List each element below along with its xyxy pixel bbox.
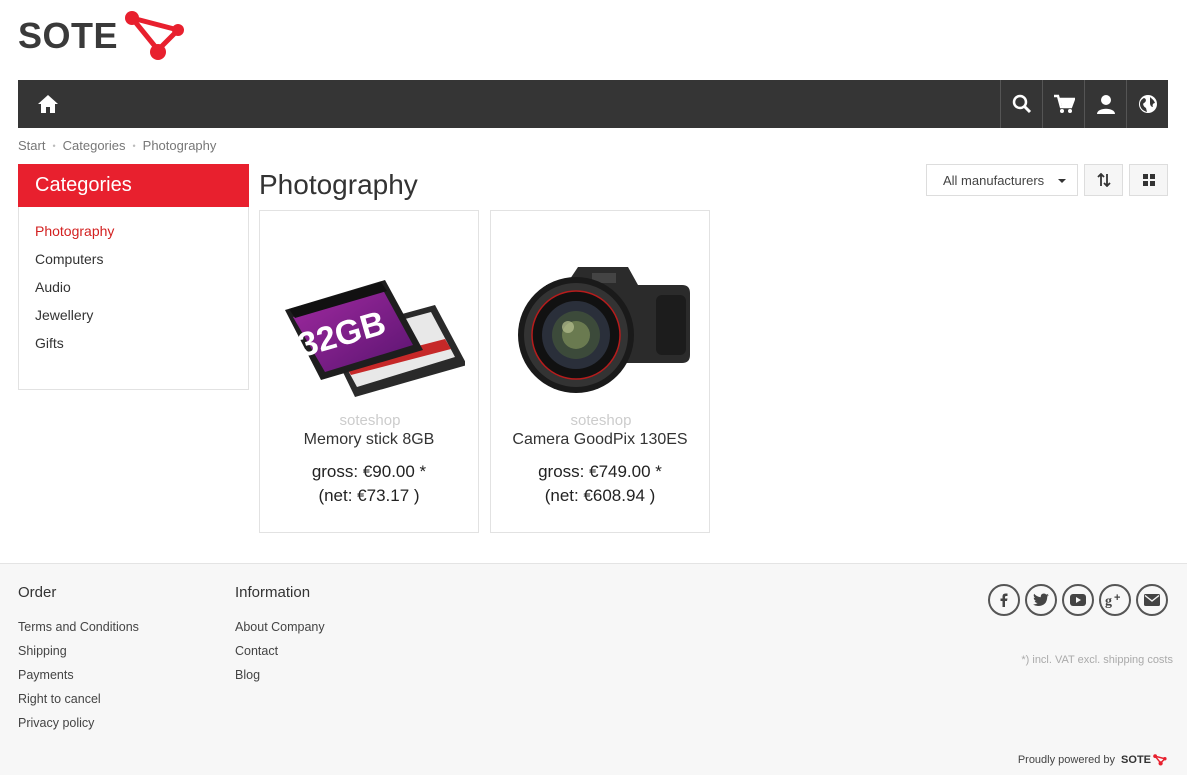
powered-by-logo[interactable]: SOTE xyxy=(1121,754,1167,766)
twitter-icon[interactable] xyxy=(1025,584,1057,616)
language-button[interactable] xyxy=(1126,80,1168,128)
product-list: 32GB soteshop Memory stick 8GB gross: €9… xyxy=(259,210,710,533)
category-sidebar: Categories Photography Computers Audio J… xyxy=(18,164,249,390)
logo-text: SOTE xyxy=(18,15,119,56)
social-links: g + xyxy=(988,584,1168,616)
breadcrumb-separator: • xyxy=(132,140,136,151)
breadcrumb-categories[interactable]: Categories xyxy=(63,138,126,153)
product-name[interactable]: Camera GoodPix 130ES xyxy=(491,431,709,449)
home-icon xyxy=(38,95,58,113)
footer-link-shipping[interactable]: Shipping xyxy=(18,643,139,667)
google-plus-icon[interactable]: g + xyxy=(1099,584,1131,616)
powered-by: Proudly powered by SOTE xyxy=(1018,754,1167,766)
product-card[interactable]: 32GB soteshop Memory stick 8GB gross: €9… xyxy=(259,210,479,533)
svg-text:+: + xyxy=(1114,592,1120,604)
youtube-icon[interactable] xyxy=(1062,584,1094,616)
cart-icon xyxy=(1053,94,1075,113)
product-card[interactable]: soteshop Camera GoodPix 130ES gross: €74… xyxy=(490,210,710,533)
user-icon xyxy=(1096,95,1115,114)
caret-down-icon xyxy=(1058,179,1066,183)
site-footer: Order Terms and Conditions Shipping Paym… xyxy=(0,563,1187,775)
breadcrumb-current: Photography xyxy=(142,138,217,153)
memory-card-image: 32GB xyxy=(285,280,465,397)
product-net-price: (net: €608.94 ) xyxy=(544,486,656,505)
footer-order-title: Order xyxy=(18,584,57,601)
sidebar-title: Categories xyxy=(18,164,249,207)
product-name[interactable]: Memory stick 8GB xyxy=(260,431,478,449)
sidebar-item-audio[interactable]: Audio xyxy=(35,275,248,303)
footer-link-blog[interactable]: Blog xyxy=(235,667,325,691)
vat-note: *) incl. VAT excl. shipping costs xyxy=(1021,654,1173,666)
breadcrumb-separator: • xyxy=(52,140,56,151)
grid-view-button[interactable] xyxy=(1129,164,1168,196)
powered-by-text: Proudly powered by xyxy=(1017,754,1116,766)
logo-mark-icon xyxy=(125,11,185,60)
footer-link-payments[interactable]: Payments xyxy=(18,667,139,691)
sort-icon xyxy=(1096,173,1111,187)
footer-order-column: Order Terms and Conditions Shipping Paym… xyxy=(18,584,139,739)
product-net-price: (net: €73.17 ) xyxy=(318,486,420,505)
email-icon[interactable] xyxy=(1136,584,1168,616)
svg-text:g: g xyxy=(1105,594,1112,608)
footer-link-terms[interactable]: Terms and Conditions xyxy=(18,619,139,643)
footer-information-column: Information About Company Contact Blog xyxy=(235,584,325,691)
facebook-icon[interactable] xyxy=(988,584,1020,616)
search-icon xyxy=(1012,94,1031,114)
footer-link-right-to-cancel[interactable]: Right to cancel xyxy=(18,691,139,715)
breadcrumb: Start • Categories • Photography xyxy=(18,138,216,153)
home-button[interactable] xyxy=(18,80,78,128)
camera-image xyxy=(518,267,690,393)
sort-button[interactable] xyxy=(1084,164,1123,196)
footer-link-about[interactable]: About Company xyxy=(235,619,325,643)
product-image[interactable]: 32GB soteshop xyxy=(271,221,469,429)
logo-mark-icon xyxy=(1153,754,1167,766)
sidebar-item-gifts[interactable]: Gifts xyxy=(35,331,248,359)
product-gross-price: gross: €749.00 * xyxy=(538,462,662,481)
account-button[interactable] xyxy=(1084,80,1126,128)
globe-icon xyxy=(1138,95,1157,113)
image-watermark: soteshop xyxy=(570,412,632,429)
sidebar-item-computers[interactable]: Computers xyxy=(35,247,248,275)
product-gross-price: gross: €90.00 * xyxy=(311,462,427,481)
manufacturer-select-value: All manufacturers xyxy=(943,172,1045,188)
listing-toolbar: All manufacturers xyxy=(926,164,1168,196)
footer-link-contact[interactable]: Contact xyxy=(235,643,325,667)
image-watermark: soteshop xyxy=(339,412,401,429)
logo[interactable]: SOTE xyxy=(18,10,188,62)
page-title: Photography xyxy=(259,169,418,200)
footer-link-privacy[interactable]: Privacy policy xyxy=(18,715,139,739)
search-button[interactable] xyxy=(1000,80,1042,128)
powered-by-brand: SOTE xyxy=(1121,754,1151,766)
cart-button[interactable] xyxy=(1042,80,1084,128)
sidebar-item-jewellery[interactable]: Jewellery xyxy=(35,303,248,331)
manufacturer-select[interactable]: All manufacturers xyxy=(926,164,1078,196)
sidebar-item-photography[interactable]: Photography xyxy=(35,219,248,247)
product-image[interactable]: soteshop xyxy=(502,221,700,429)
grid-icon xyxy=(1142,174,1155,186)
breadcrumb-start[interactable]: Start xyxy=(18,138,45,153)
main-navbar xyxy=(18,80,1168,128)
footer-information-title: Information xyxy=(235,584,311,601)
